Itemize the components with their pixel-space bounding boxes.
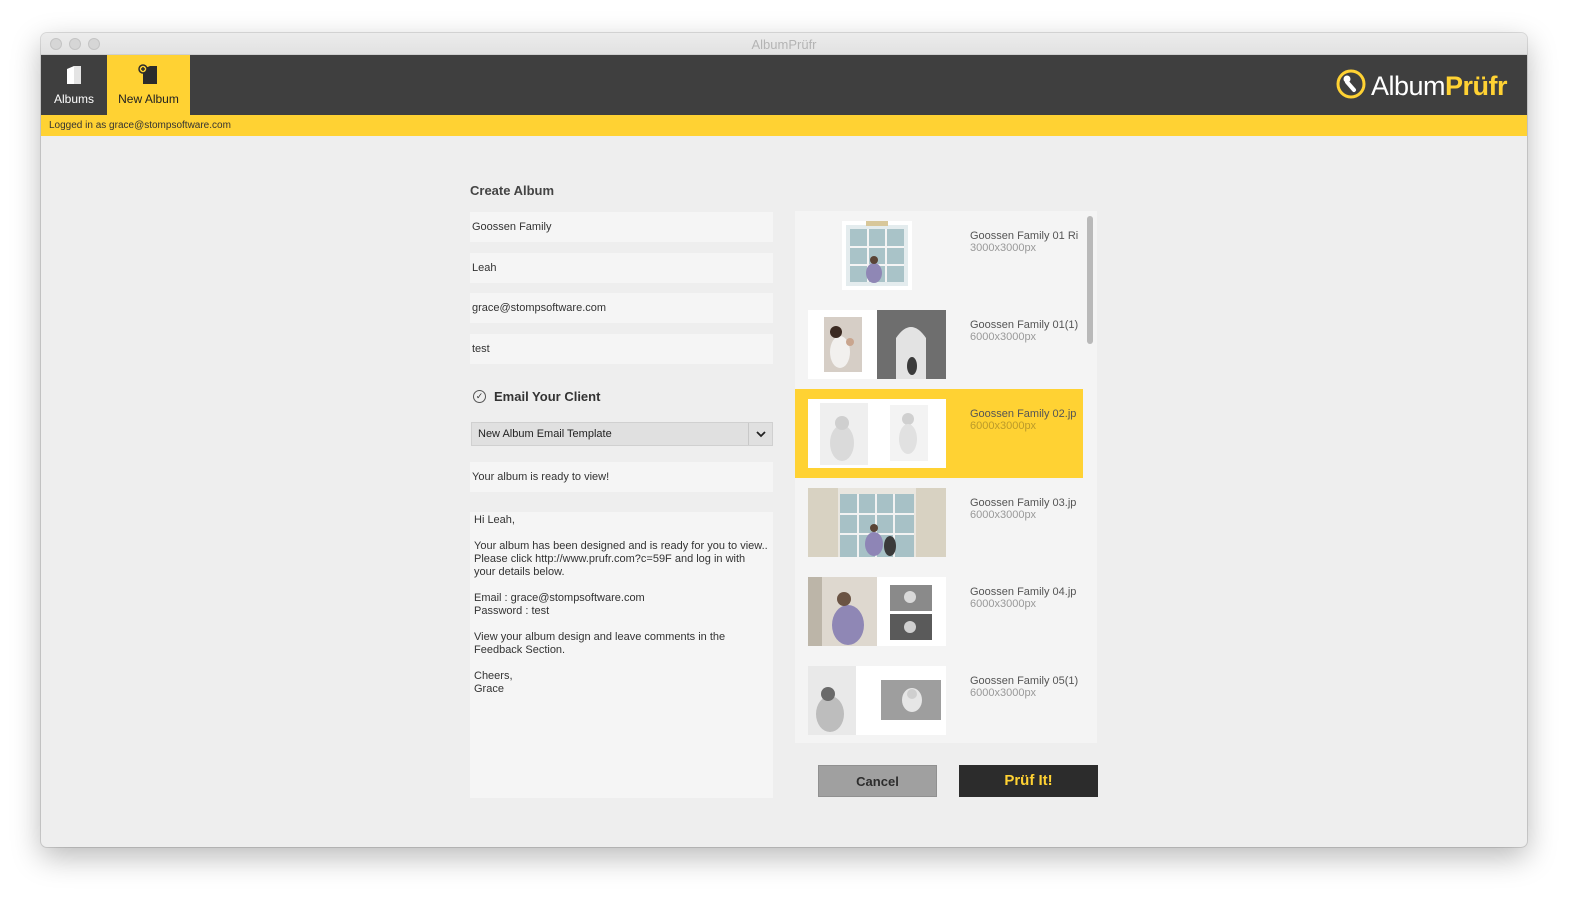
list-item[interactable]: Goossen Family 01 Ri 3000x3000px [795,211,1083,300]
pruf-it-button[interactable]: Prüf It! [959,765,1098,797]
login-status-bar: Logged in as grace@stompsoftware.com [41,115,1527,136]
email-body-textarea[interactable]: Hi Leah, Your album has been designed an… [470,512,773,798]
new-album-tab[interactable]: New Album [107,55,190,115]
client-name-input[interactable] [470,253,773,283]
email-client-label: Email Your Client [494,389,601,404]
password-input[interactable] [470,334,773,364]
spread-thumbnail [808,666,946,735]
spread-size: 6000x3000px [970,331,1037,343]
spread-size: 6000x3000px [970,598,1037,610]
client-email-input[interactable] [470,293,773,323]
list-item[interactable]: Goossen Family 02.jp 6000x3000px [795,389,1083,478]
email-template-select[interactable]: New Album Email Template [471,422,773,446]
spread-thumbnail [808,399,946,468]
spread-name: Goossen Family 05(1) [970,675,1079,687]
spread-list-scrollbar[interactable] [1083,211,1097,743]
spread-thumbnail [808,310,946,379]
spread-thumbnail [808,221,946,290]
spread-name: Goossen Family 01 Ri [970,230,1079,242]
chevron-down-icon[interactable] [748,423,772,445]
spread-name: Goossen Family 02.jp [970,408,1077,420]
email-template-value: New Album Email Template [478,428,612,440]
list-item[interactable]: Goossen Family 03.jp 6000x3000px [795,478,1083,567]
email-client-toggle[interactable]: ✓ Email Your Client [473,389,600,404]
spread-size: 6000x3000px [970,420,1037,432]
logo-mark-icon [1335,68,1367,105]
spread-name: Goossen Family 03.jp [970,497,1077,509]
albums-tab-label: Albums [53,92,94,106]
spread-list[interactable]: Goossen Family 01 Ri 3000x3000px Goossen… [795,211,1097,743]
list-item[interactable]: Goossen Family 04.jp 6000x3000px [795,567,1083,656]
new-album-icon [137,64,160,89]
scroll-thumb[interactable] [1087,216,1093,344]
spread-name: Goossen Family 04.jp [970,586,1077,598]
list-item[interactable]: Goossen Family 05(1) 6000x3000px [795,656,1083,743]
toolbar: Albums New Album AlbumPrüfr [41,55,1527,115]
spread-thumbnail [808,577,946,646]
cancel-button[interactable]: Cancel [818,765,937,797]
album-name-input[interactable] [470,212,773,242]
logo-text-album: Album [1370,70,1446,101]
spread-name: Goossen Family 01(1) [970,319,1079,331]
create-album-heading: Create Album [470,183,555,198]
checkmark-icon[interactable]: ✓ [473,390,486,403]
spread-thumbnail [808,488,946,557]
title-bar: AlbumPrüfr [41,33,1527,55]
logo-text-prufr: Prüfr [1444,70,1508,101]
window-title: AlbumPrüfr [751,37,817,52]
spread-size: 6000x3000px [970,509,1037,521]
albums-icon [65,64,83,89]
spread-size: 3000x3000px [970,242,1037,254]
email-subject-input[interactable] [470,462,773,492]
app-logo: AlbumPrüfr [1335,68,1508,105]
app-window: AlbumPrüfr Albums New Album AlbumPrüfr L… [41,33,1527,847]
albums-tab[interactable]: Albums [41,55,107,115]
list-item[interactable]: Goossen Family 01(1) 6000x3000px [795,300,1083,389]
spread-size: 6000x3000px [970,687,1037,699]
new-album-tab-label: New Album [118,92,179,106]
